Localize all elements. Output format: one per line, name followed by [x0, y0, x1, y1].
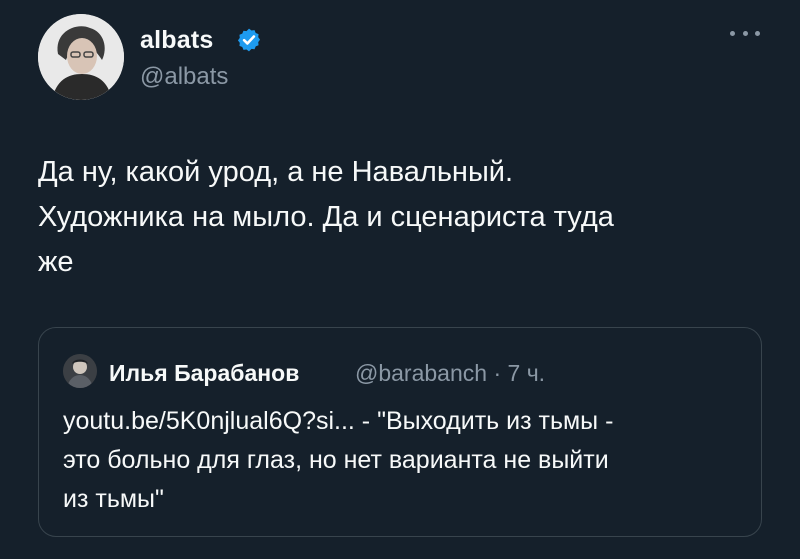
more-dot	[755, 30, 760, 36]
author-handle[interactable]: @albats	[140, 63, 228, 91]
author-avatar-image	[38, 14, 124, 100]
quoted-tweet[interactable]: Илья Барабанов @barabanch · 7 ч. youtu.b…	[38, 327, 762, 537]
more-dot	[730, 30, 735, 36]
author-name[interactable]: albats	[140, 26, 213, 55]
quote-meta: @barabanch · 7 ч.	[355, 360, 545, 387]
more-dot	[742, 30, 748, 36]
verified-badge-icon	[237, 28, 261, 52]
quote-author-name[interactable]: Илья Барабанов	[109, 360, 299, 387]
tweet-text: Да ну, какой урод, а не Навальный. Худож…	[38, 156, 614, 278]
more-options-icon[interactable]	[730, 26, 760, 40]
quote-time[interactable]: 7 ч.	[508, 360, 546, 386]
quote-text: youtu.be/5K0njlual6Q?si... - "Выходить и…	[63, 407, 614, 513]
quote-separator: ·	[493, 360, 502, 386]
tweet-card: albats @albats Да ну, какой урод, а не Н…	[0, 0, 800, 559]
quote-author-handle[interactable]: @barabanch	[355, 360, 487, 386]
author-avatar[interactable]	[38, 14, 124, 100]
quote-author-avatar[interactable]	[63, 354, 97, 388]
quote-avatar-image	[63, 354, 97, 388]
